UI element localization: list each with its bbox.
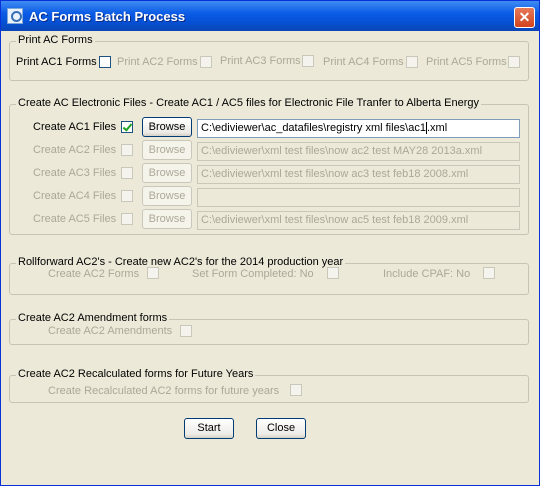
include-cpaf-label: Include CPAF: No bbox=[383, 268, 471, 280]
ac5-path-field[interactable]: C:\ediviewer\xml test files\now ac5 test… bbox=[197, 211, 520, 230]
electronic-files-group: Create AC Electronic Files - Create AC1 … bbox=[9, 97, 529, 235]
create-ac5-checkbox[interactable] bbox=[121, 213, 133, 225]
recalculated-legend: Create AC2 Recalculated forms for Future… bbox=[16, 368, 256, 380]
set-form-completed-label: Set Form Completed: No bbox=[192, 268, 314, 280]
app-icon bbox=[7, 8, 23, 24]
browse-ac4-button[interactable]: Browse bbox=[142, 186, 192, 206]
title-bar[interactable]: AC Forms Batch Process ✕ bbox=[1, 1, 539, 31]
rollforward-legend: Rollforward AC2's - Create new AC2's for… bbox=[16, 256, 346, 268]
batch-process-window: AC Forms Batch Process ✕ Print AC Forms … bbox=[0, 0, 540, 486]
print-forms-legend: Print AC Forms bbox=[16, 34, 95, 46]
rollforward-group: Rollforward AC2's - Create new AC2's for… bbox=[9, 256, 529, 295]
print-ac3-label: Print AC3 Forms bbox=[220, 55, 301, 67]
print-ac1-checkbox[interactable] bbox=[99, 56, 111, 68]
create-ac2-checkbox[interactable] bbox=[121, 144, 133, 156]
ac3-path-field[interactable]: C:\ediviewer\xml test files\now ac3 test… bbox=[197, 165, 520, 184]
create-ac4-label: Create AC4 Files bbox=[33, 190, 117, 202]
create-ac5-label: Create AC5 Files bbox=[33, 213, 117, 225]
print-ac5-checkbox[interactable] bbox=[508, 56, 520, 68]
recalculated-group: Create AC2 Recalculated forms for Future… bbox=[9, 368, 529, 403]
create-ac3-checkbox[interactable] bbox=[121, 167, 133, 179]
create-ac2-amendments-checkbox[interactable] bbox=[180, 325, 192, 337]
print-ac2-checkbox[interactable] bbox=[200, 56, 212, 68]
include-cpaf-checkbox[interactable] bbox=[483, 267, 495, 279]
create-ac1-checkbox[interactable] bbox=[121, 121, 133, 133]
ac1-path-field[interactable]: C:\ediviewer\ac_datafiles\registry xml f… bbox=[197, 119, 520, 138]
print-ac4-checkbox[interactable] bbox=[406, 56, 418, 68]
browse-ac1-button[interactable]: Browse bbox=[142, 117, 192, 137]
browse-ac3-button[interactable]: Browse bbox=[142, 163, 192, 183]
print-ac1-label: Print AC1 Forms bbox=[16, 56, 97, 68]
create-ac4-checkbox[interactable] bbox=[121, 190, 133, 202]
print-ac3-checkbox[interactable] bbox=[302, 55, 314, 67]
browse-ac5-button[interactable]: Browse bbox=[142, 209, 192, 229]
window-title: AC Forms Batch Process bbox=[29, 9, 186, 24]
create-ac3-label: Create AC3 Files bbox=[33, 167, 117, 179]
close-button[interactable]: Close bbox=[256, 418, 306, 439]
create-ac2-label: Create AC2 Files bbox=[33, 144, 117, 156]
print-ac2-label: Print AC2 Forms bbox=[117, 56, 198, 68]
ac1-path-extension: .xml bbox=[426, 122, 448, 134]
rollforward-create-ac2-label: Create AC2 Forms bbox=[48, 268, 140, 280]
create-recalculated-checkbox[interactable] bbox=[290, 384, 302, 396]
window-close-button[interactable]: ✕ bbox=[514, 7, 535, 28]
browse-ac2-button[interactable]: Browse bbox=[142, 140, 192, 160]
ac4-path-field[interactable] bbox=[197, 188, 520, 207]
electronic-files-legend: Create AC Electronic Files - Create AC1 … bbox=[16, 97, 481, 109]
create-recalculated-label: Create Recalculated AC2 forms for future… bbox=[48, 385, 280, 397]
print-ac5-label: Print AC5 Forms bbox=[426, 56, 507, 68]
print-ac4-label: Print AC4 Forms bbox=[323, 56, 404, 68]
ac1-path-text: C:\ediviewer\ac_datafiles\registry xml f… bbox=[201, 122, 426, 134]
create-ac1-label: Create AC1 Files bbox=[33, 121, 117, 133]
start-button[interactable]: Start bbox=[184, 418, 234, 439]
ac2-path-field[interactable]: C:\ediviewer\xml test files\now ac2 test… bbox=[197, 142, 520, 161]
set-form-completed-checkbox[interactable] bbox=[327, 267, 339, 279]
close-icon: ✕ bbox=[518, 9, 531, 25]
rollforward-create-ac2-checkbox[interactable] bbox=[147, 267, 159, 279]
amendment-group: Create AC2 Amendment forms Create AC2 Am… bbox=[9, 312, 529, 345]
create-ac2-amendments-label: Create AC2 Amendments bbox=[48, 325, 173, 337]
print-forms-group: Print AC Forms Print AC1 Forms Print AC2… bbox=[9, 34, 529, 81]
amendment-legend: Create AC2 Amendment forms bbox=[16, 312, 170, 324]
